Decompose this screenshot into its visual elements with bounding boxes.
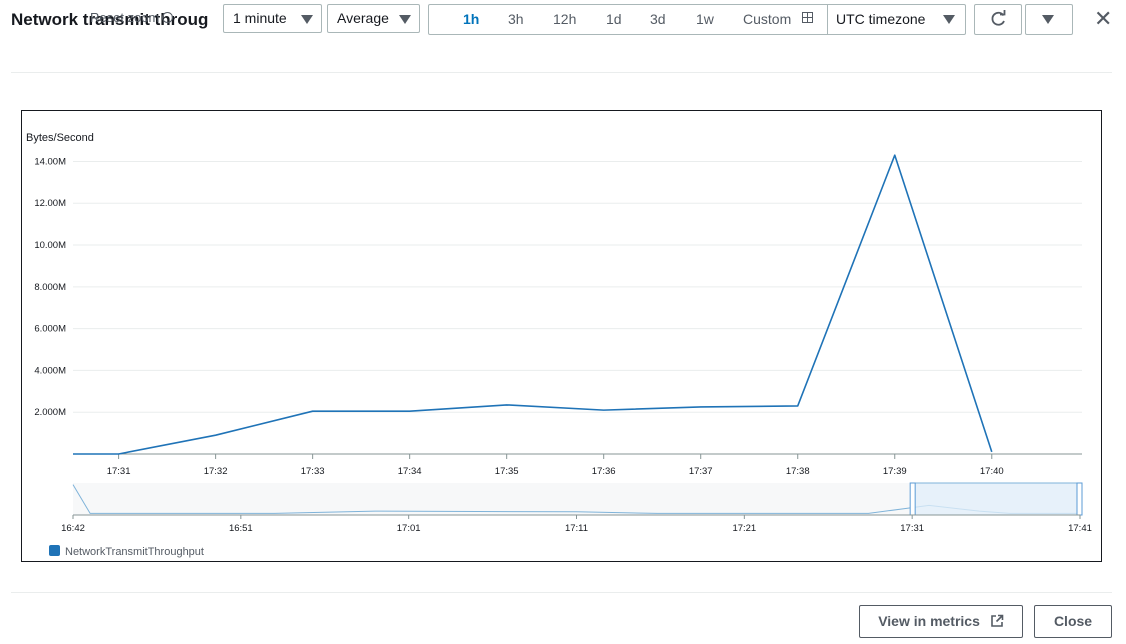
reset-zoom-label: Reset zoom — [90, 10, 160, 25]
divider — [827, 5, 828, 34]
navigator-tick-label: 17:31 — [900, 523, 924, 534]
legend-swatch — [49, 545, 60, 556]
x-tick-label: 17:32 — [204, 466, 228, 477]
y-tick-label: 12.00M — [34, 198, 66, 209]
period-select[interactable]: 1 minute — [223, 4, 322, 33]
calendar-icon[interactable] — [802, 12, 813, 23]
line-chart: Bytes/Second 2.000M 4.000M 6.000M 8.000M 10.0… — [26, 132, 1092, 558]
close-icon[interactable]: ✕ — [1094, 8, 1112, 30]
timezone-select[interactable]: UTC timezone — [836, 11, 925, 27]
x-tick-label: 17:40 — [980, 466, 1004, 477]
navigator-handle-right — [1076, 482, 1083, 516]
divider — [11, 592, 1112, 593]
x-tick-label: 17:39 — [883, 466, 907, 477]
reset-zoom-button[interactable]: Reset zoom — [90, 10, 174, 25]
x-tick-label: 17:37 — [689, 466, 713, 477]
y-axis-label: Bytes/Second — [26, 132, 94, 144]
navigator-tick-label: 17:11 — [565, 523, 588, 534]
navigator-tick-label: 16:42 — [61, 523, 85, 534]
caret-down-icon — [1042, 15, 1054, 24]
range-3h[interactable]: 3h — [508, 11, 524, 27]
chart-container: Bytes/Second 2.000M 4.000M 6.000M 8.000M 10.0… — [21, 110, 1102, 562]
range-3d[interactable]: 3d — [650, 11, 666, 27]
navigator-selection — [911, 482, 1081, 516]
refresh-icon — [991, 10, 1006, 26]
period-value: 1 minute — [233, 10, 287, 26]
x-tick-label: 17:38 — [786, 466, 810, 477]
navigator-tick-label: 17:41 — [1068, 523, 1092, 534]
series-line — [73, 154, 993, 455]
y-tick-label: 10.00M — [34, 240, 66, 251]
x-tick-label: 17:31 — [107, 466, 131, 477]
x-tick-label: 17:36 — [592, 466, 616, 477]
x-tick-label: 17:35 — [495, 466, 519, 477]
y-tick-label: 6.000M — [34, 324, 66, 335]
navigator-handle-left — [909, 482, 916, 516]
range-custom[interactable]: Custom — [743, 11, 791, 27]
caret-down-icon — [301, 15, 313, 24]
view-in-metrics-button[interactable]: View in metrics — [859, 605, 1023, 638]
y-tick-label: 8.000M — [34, 282, 66, 293]
navigator-tick-label: 17:21 — [732, 523, 756, 534]
statistic-select[interactable]: Average — [327, 4, 420, 33]
close-button[interactable]: Close — [1034, 605, 1112, 638]
x-tick-label: 17:34 — [398, 466, 422, 477]
refresh-button[interactable] — [974, 4, 1022, 35]
range-1h[interactable]: 1h — [463, 11, 479, 27]
statistic-value: Average — [337, 10, 389, 26]
time-range-selector: 1h 3h 12h 1d 3d 1w Custom UTC timezone — [428, 4, 966, 35]
refresh-options-button[interactable] — [1025, 4, 1073, 35]
range-1w[interactable]: 1w — [696, 11, 714, 27]
navigator-tick-label: 16:51 — [229, 523, 253, 534]
navigator-tick-label: 17:01 — [397, 523, 421, 534]
y-tick-label: 4.000M — [34, 365, 66, 376]
legend-label: NetworkTransmitThroughput — [65, 546, 204, 558]
caret-down-icon — [943, 15, 955, 24]
y-tick-label: 2.000M — [34, 407, 66, 418]
close-label: Close — [1053, 613, 1093, 629]
view-in-metrics-label: View in metrics — [878, 613, 980, 629]
caret-down-icon — [399, 15, 411, 24]
zoom-out-icon — [162, 12, 174, 23]
range-12h[interactable]: 12h — [553, 11, 576, 27]
external-link-icon — [990, 614, 1004, 627]
x-tick-label: 17:33 — [301, 466, 325, 477]
y-tick-label: 14.00M — [34, 156, 66, 167]
range-1d[interactable]: 1d — [606, 11, 622, 27]
divider — [11, 72, 1112, 73]
